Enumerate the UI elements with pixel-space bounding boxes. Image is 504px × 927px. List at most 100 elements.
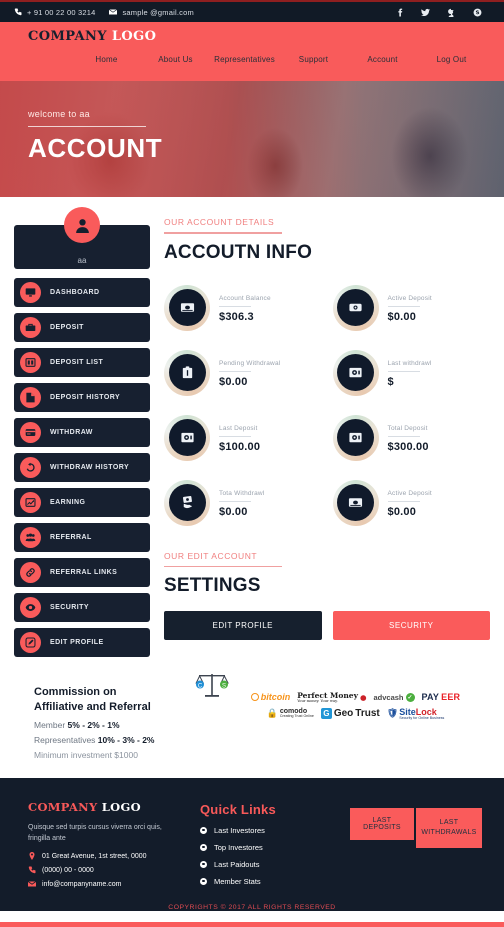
skype-icon[interactable] — [473, 8, 482, 17]
bitcoin-logo: bitcoin — [250, 692, 290, 702]
account-sidebar: aa DASHBOARD DEPOSIT DEPOSIT LIST DEPOSI… — [14, 207, 150, 663]
sidebar-item-security[interactable]: SECURITY — [14, 593, 150, 622]
quick-link-label: Last Paidouts — [214, 859, 260, 869]
settings-kicker: OUR EDIT ACCOUNT — [164, 550, 258, 561]
commission-rep-row: Representatives 10% - 3% - 2% — [34, 735, 219, 745]
settings-section: OUR EDIT ACCOUNT SETTINGS EDIT PROFILE S… — [164, 550, 490, 640]
sidebar-item-referral[interactable]: REFERRAL — [14, 523, 150, 552]
stat-ring — [164, 479, 210, 526]
stat-divider — [387, 435, 420, 437]
nav-item-account[interactable]: Account — [348, 55, 417, 64]
bitcoin-icon — [250, 693, 259, 702]
briefcase-icon — [20, 317, 41, 338]
stat-label: Last withdrawl — [387, 359, 432, 367]
stat-card: Account Balance $306.3 — [164, 278, 322, 338]
sidebar-item-deposit[interactable]: DEPOSIT — [14, 313, 150, 342]
sidebar-item-deposit-list[interactable]: DEPOSIT LIST — [14, 348, 150, 377]
stat-label: Pending Withdrawal — [219, 359, 281, 367]
sidebar-item-referral-links[interactable]: REFERRAL LINKS — [14, 558, 150, 587]
geotrust-mark-icon: G — [320, 707, 332, 719]
comodo-logo: 🔒 comodo Creating Trust Online — [267, 708, 314, 719]
stat-divider — [387, 500, 420, 502]
twitter-icon[interactable] — [421, 8, 430, 17]
profile-username: aa — [77, 256, 87, 265]
top-email-text: sample @gmail.com — [122, 7, 194, 17]
hero-banner: welcome to aa ACCOUNT — [0, 81, 504, 197]
commission-minimum: Minimum investment $1000 — [34, 749, 138, 760]
sidebar-item-earning[interactable]: EARNING — [14, 488, 150, 517]
sidebar-label: SECURITY — [50, 604, 89, 611]
footer-logo[interactable]: COMPANY LOGO — [28, 800, 188, 814]
footer-email[interactable]: info@companyname.com — [28, 880, 188, 888]
logo-part-logo: LOGO — [111, 29, 157, 44]
commission-title-line1: Commission on — [34, 686, 117, 698]
sidebar-label: DEPOSIT HISTORY — [50, 394, 121, 401]
settings-title: SETTINGS — [164, 575, 261, 596]
top-email[interactable]: sample @gmail.com — [109, 7, 194, 17]
copyright-text: COPYRIGHTS © 2017 ALL RIGHTS RESERVED — [0, 899, 504, 911]
section-divider — [164, 565, 282, 567]
quick-link-last-paidouts[interactable]: Last Paidouts — [200, 860, 320, 869]
avatar[interactable] — [64, 207, 100, 243]
stat-value: $0.00 — [219, 375, 248, 388]
nav-menu: Home About Us Representatives Support Ac… — [0, 55, 504, 64]
nav-item-about-us[interactable]: About Us — [141, 55, 210, 64]
stat-value: $0.00 — [387, 505, 417, 518]
stat-divider — [219, 435, 251, 437]
stat-label: Active Deposit — [387, 294, 432, 302]
footer-quick-links-column: Quick Links Last Investores Top Investor… — [200, 800, 320, 900]
link-icon — [20, 562, 41, 583]
quick-link-label: Last Investores — [214, 825, 265, 835]
quick-link-top-investores[interactable]: Top Investores — [200, 843, 320, 852]
security-button[interactable]: SECURITY — [332, 611, 490, 640]
sidebar-item-dashboard[interactable]: DASHBOARD — [14, 278, 150, 307]
edit-profile-button[interactable]: EDIT PROFILE — [164, 611, 322, 640]
top-contact-info: + 91 00 22 00 3214 sample @gmail.com — [14, 8, 395, 17]
nav-item-home[interactable]: Home — [72, 55, 141, 64]
sidebar-item-deposit-history[interactable]: DEPOSIT HISTORY — [14, 383, 150, 412]
stat-card: Tota Withdrawl $0.00 — [164, 473, 322, 533]
account-page: + 91 00 22 00 3214 sample @gmail.com COM… — [0, 0, 504, 927]
nav-item-representatives[interactable]: Representatives — [210, 55, 279, 64]
nav-item-support[interactable]: Support — [279, 55, 348, 64]
banknote-icon — [337, 484, 374, 521]
top-phone-text: + 91 00 22 00 3214 — [27, 7, 96, 17]
stat-ring — [332, 414, 379, 461]
commission-rep-value: 10% - 3% - 2% — [97, 734, 155, 745]
eye-icon — [20, 597, 41, 618]
stat-text: Last withdrawl $ — [387, 358, 432, 388]
pencil-icon — [20, 632, 41, 653]
svg-text:C: C — [198, 683, 203, 689]
nav-item-log-out[interactable]: Log Out — [417, 55, 486, 64]
facebook-icon[interactable] — [395, 8, 404, 17]
safe-icon — [168, 419, 206, 456]
profile-card: aa — [14, 207, 150, 269]
top-phone[interactable]: + 91 00 22 00 3214 — [14, 8, 95, 17]
sidebar-label: DASHBOARD — [50, 289, 100, 296]
account-kicker: OUR ACCOUNT DETAILS — [164, 217, 275, 227]
footer-address-text: 01 Great Avenue, 1st street, 0000 — [42, 852, 147, 860]
sidebar-label: REFERRAL — [50, 534, 92, 541]
stat-ring — [164, 349, 210, 396]
quick-link-member-stats[interactable]: Member Stats — [200, 877, 320, 886]
footer-phone[interactable]: (0000) 00 - 0000 — [28, 866, 188, 874]
stat-divider — [387, 370, 420, 372]
stat-value: $0.00 — [219, 505, 248, 518]
sidebar-item-withdraw-history[interactable]: WITHDRAW HISTORY — [14, 453, 150, 482]
sidebar-item-edit-profile[interactable]: EDIT PROFILE — [14, 628, 150, 657]
geotrust-logo: G Geo Trust — [320, 707, 380, 719]
site-logo[interactable]: COMPANY LOGO — [28, 29, 156, 44]
footer-phone-text: (0000) 00 - 0000 — [42, 866, 94, 874]
payeer-logo: PAY EER — [422, 692, 461, 702]
last-deposits-button[interactable]: LAST DEPOSITS — [350, 807, 414, 840]
list-icon — [20, 352, 41, 373]
page-title: ACCOUNT — [28, 133, 163, 163]
map-marker-icon — [29, 852, 35, 861]
stat-ring — [332, 284, 379, 331]
quick-link-last-investores[interactable]: Last Investores — [200, 826, 320, 835]
last-withdrawals-button[interactable]: LAST WITHDRAWALS — [416, 807, 482, 848]
main-navbar: COMPANY LOGO Home About Us Representativ… — [0, 22, 504, 81]
google-plus-icon[interactable] — [447, 8, 456, 17]
partner-logos: bitcoin Perfect Money Your money. Your wa… — [235, 685, 476, 720]
sidebar-item-withdraw[interactable]: WITHDRAW — [14, 418, 150, 447]
